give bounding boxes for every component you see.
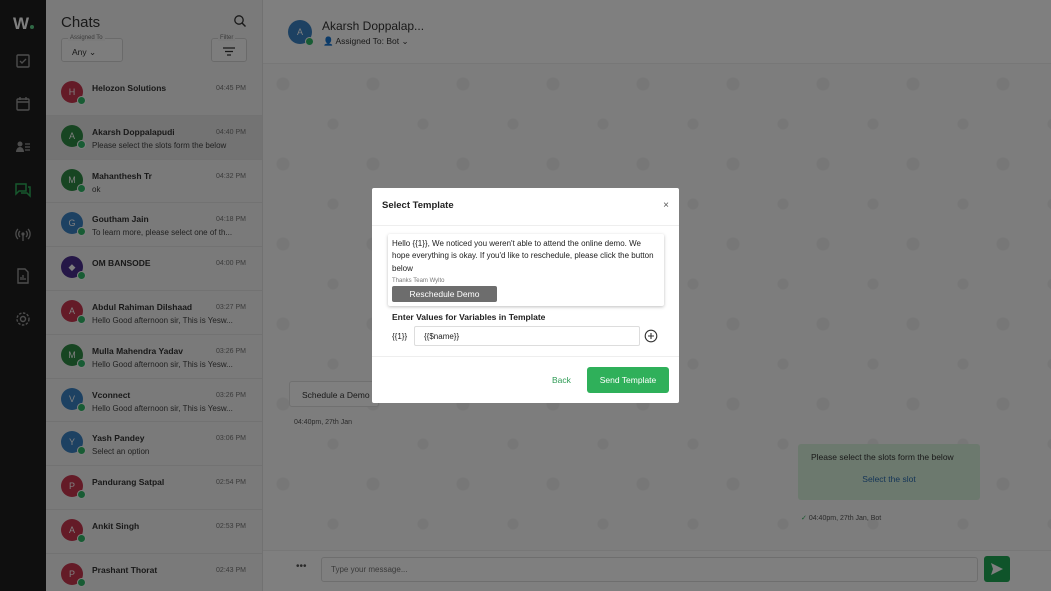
add-circle-icon[interactable] [644, 329, 658, 343]
template-preview: Hello {{1}}, We noticed you weren't able… [388, 234, 664, 306]
back-button[interactable]: Back [542, 368, 581, 393]
variable-label: {{1}} [392, 332, 408, 341]
send-template-button[interactable]: Send Template [587, 367, 669, 393]
template-body: Hello {{1}}, We noticed you weren't able… [392, 239, 654, 273]
template-cta-button: Reschedule Demo [392, 286, 497, 302]
variable-value-input[interactable] [414, 326, 640, 346]
divider [372, 225, 679, 226]
select-template-modal: Select Template × Hello {{1}}, We notice… [372, 188, 679, 403]
modal-title: Select Template [382, 200, 454, 211]
close-icon[interactable]: × [663, 200, 669, 211]
variables-title: Enter Values for Variables in Template [392, 312, 546, 322]
divider [372, 356, 679, 357]
template-footer: Thanks Team Wylto [392, 278, 445, 284]
